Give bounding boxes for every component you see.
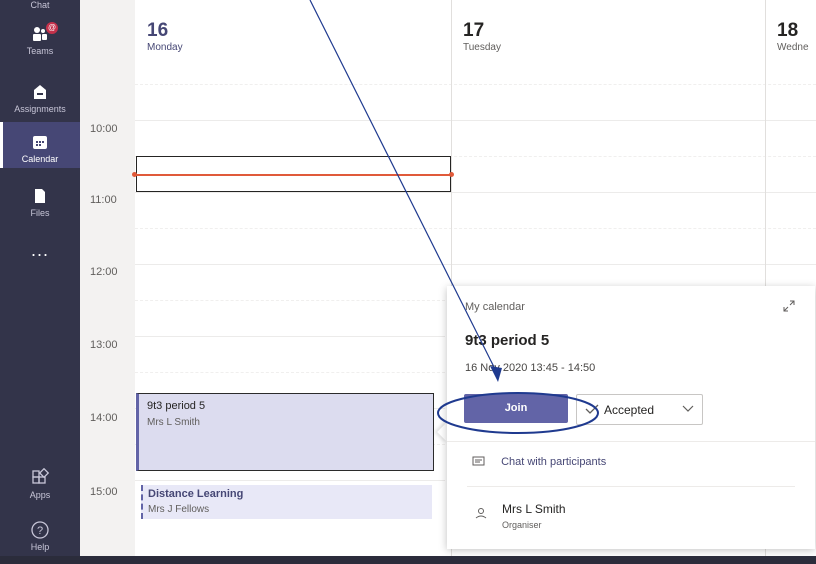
hour-line <box>135 480 445 481</box>
event-organizer: Mrs J Fellows <box>148 504 210 515</box>
join-button[interactable]: Join <box>464 394 568 423</box>
check-icon <box>585 404 599 414</box>
rail-assignments[interactable]: Assignments <box>0 82 80 114</box>
time-label: 15:00 <box>90 486 118 498</box>
time-label: 13:00 <box>90 339 118 351</box>
time-label: 12:00 <box>90 266 118 278</box>
rail-chat-label: Chat <box>30 0 50 10</box>
event-title: 9t3 period 5 <box>147 400 206 412</box>
organizer-name[interactable]: Mrs L Smith <box>502 502 566 516</box>
rail-calendar-label: Calendar <box>21 154 59 164</box>
assignments-icon <box>34 85 46 99</box>
taskbar <box>0 556 816 564</box>
hour-line <box>135 192 816 193</box>
rail-chat[interactable]: Chat <box>0 0 80 12</box>
half-hour-line <box>135 228 816 229</box>
calendar-name: My calendar <box>465 301 525 313</box>
divider <box>467 486 795 487</box>
rail-help[interactable]: ? Help <box>0 520 80 552</box>
popup-datetime: 16 Nov 2020 13:45 - 14:50 <box>465 362 596 374</box>
event-popup: My calendar 9t3 period 5 16 Nov 2020 13:… <box>447 286 815 549</box>
chat-label: Chat with participants <box>501 456 607 468</box>
current-time-line <box>134 174 452 176</box>
day-name: Monday <box>147 42 183 53</box>
day-name: Wedne <box>777 42 809 53</box>
rail-help-label: Help <box>30 542 50 552</box>
rail-teams[interactable]: @ Teams <box>0 22 80 64</box>
help-icon: ? <box>31 521 49 539</box>
svg-text:?: ? <box>37 525 43 537</box>
day-header-tuesday[interactable]: 17 Tuesday <box>451 0 765 67</box>
chevron-down-icon <box>682 405 694 412</box>
apps-icon <box>32 468 50 484</box>
calendar-icon <box>33 136 47 149</box>
files-icon <box>35 189 45 203</box>
mention-badge: @ <box>46 22 58 34</box>
day-name: Tuesday <box>463 42 501 53</box>
current-time-dot <box>449 172 454 177</box>
rail-files-label: Files <box>30 208 50 218</box>
rail-calendar[interactable]: Calendar <box>0 122 80 168</box>
event-distance-learning[interactable]: Distance Learning Mrs J Fellows <box>141 485 432 519</box>
rail-files[interactable]: Files <box>0 186 80 218</box>
day-number: 17 <box>463 20 485 41</box>
app-rail: Chat @ Teams Assignments Calendar Files … <box>0 0 80 556</box>
current-time-dot <box>132 172 137 177</box>
day-header-wednesday[interactable]: 18 Wedne <box>765 0 816 67</box>
hour-line <box>135 336 445 337</box>
event-title: Distance Learning <box>148 488 244 500</box>
hour-line <box>135 264 816 265</box>
accepted-dropdown[interactable]: Accepted <box>576 394 703 425</box>
time-column <box>80 0 135 556</box>
popup-title: 9t3 period 5 <box>465 332 550 349</box>
rail-apps[interactable]: Apps <box>0 468 80 500</box>
hour-line <box>135 120 816 121</box>
time-label: 11:00 <box>90 194 117 206</box>
accepted-label: Accepted <box>604 403 655 417</box>
half-hour-line <box>135 84 816 85</box>
event-9t3-period-5[interactable]: 9t3 period 5 Mrs L Smith <box>136 393 434 471</box>
rail-assignments-label: Assignments <box>14 104 66 114</box>
event-organizer: Mrs L Smith <box>147 417 200 428</box>
more-icon[interactable]: ... <box>0 240 80 261</box>
day-header-monday[interactable]: 16 Monday <box>135 0 451 67</box>
rail-apps-label: Apps <box>29 490 51 500</box>
chat-icon <box>472 456 485 466</box>
half-hour-line <box>135 300 445 301</box>
expand-icon[interactable] <box>783 300 795 312</box>
day-number: 16 <box>147 20 169 41</box>
rail-teams-label: Teams <box>26 46 54 56</box>
time-label: 14:00 <box>90 412 118 424</box>
person-icon <box>475 508 487 519</box>
day-number: 18 <box>777 20 799 41</box>
half-hour-line <box>135 372 445 373</box>
chat-with-participants[interactable]: Chat with participants <box>472 456 606 468</box>
time-label: 10:00 <box>90 123 118 135</box>
organizer-role: Organiser <box>502 520 542 530</box>
